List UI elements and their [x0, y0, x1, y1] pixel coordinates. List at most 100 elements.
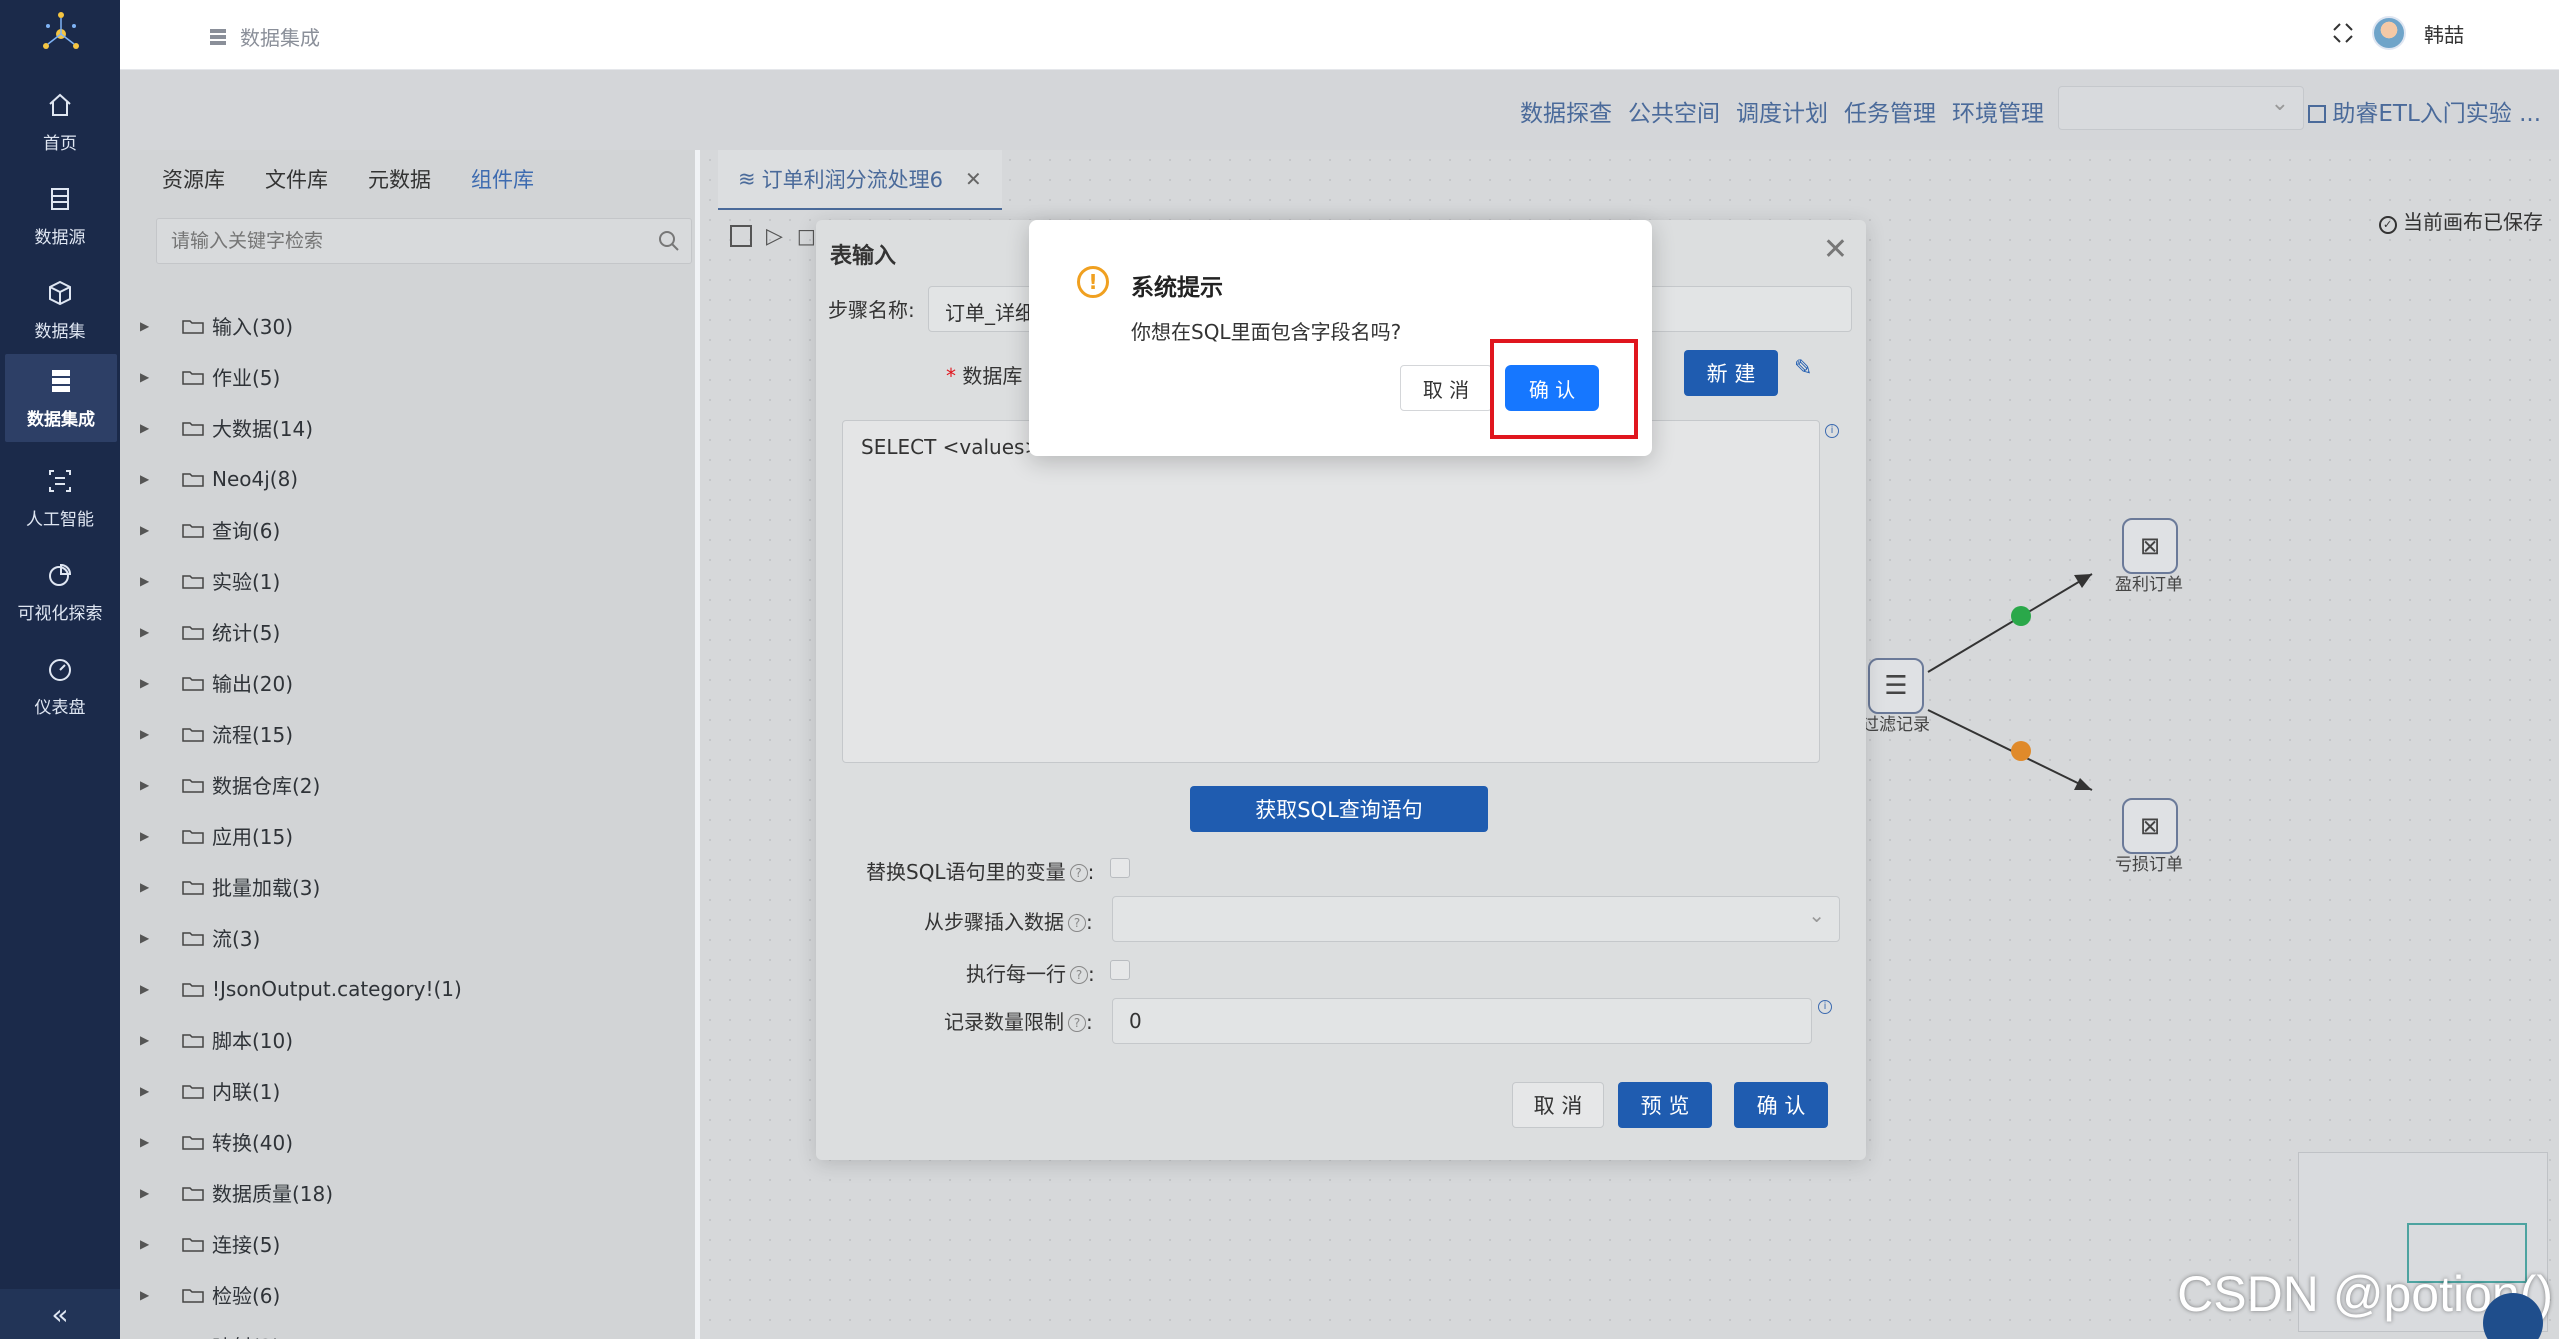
- fullscreen-icon[interactable]: [2332, 22, 2354, 44]
- tree-item[interactable]: ▶ 流(3): [140, 912, 680, 963]
- caret-right-icon[interactable]: ▶: [140, 523, 170, 537]
- user-name[interactable]: 韩喆: [2424, 19, 2464, 48]
- sidebar-collapse-button[interactable]: «: [0, 1289, 120, 1339]
- caret-right-icon[interactable]: ▶: [140, 1237, 170, 1251]
- record-limit-input[interactable]: 0: [1112, 998, 1812, 1044]
- tree-item[interactable]: ▶ 连接(5): [140, 1218, 680, 1269]
- caret-right-icon[interactable]: ▶: [140, 982, 170, 996]
- new-connection-button[interactable]: 新 建: [1684, 350, 1778, 396]
- search-input[interactable]: [171, 227, 631, 255]
- tree-item[interactable]: ▶ 批量加载(3): [140, 861, 680, 912]
- tree-item[interactable]: ▶ 作业(5): [140, 351, 680, 402]
- avatar[interactable]: [2372, 16, 2406, 50]
- folder-icon: [182, 1135, 204, 1150]
- get-sql-button[interactable]: 获取SQL查询语句: [1190, 786, 1488, 832]
- sidebar-item-label: 数据集: [34, 321, 86, 342]
- guide-link[interactable]: 助睿ETL入门实验 ...: [2308, 94, 2541, 128]
- sidebar-item-home[interactable]: 首页: [0, 78, 120, 166]
- caret-right-icon[interactable]: ▶: [140, 625, 170, 639]
- caret-right-icon[interactable]: ▶: [140, 778, 170, 792]
- caret-right-icon[interactable]: ▶: [140, 1186, 170, 1200]
- replace-vars-checkbox[interactable]: [1110, 858, 1130, 878]
- exec-each-row-checkbox[interactable]: [1110, 960, 1130, 980]
- tab-canvas[interactable]: ≋ 订单利润分流处理6 ✕: [718, 150, 1002, 210]
- sidebar-item-datasource[interactable]: 数据源: [0, 172, 120, 260]
- menu-list-icon[interactable]: [210, 27, 226, 47]
- caret-right-icon[interactable]: ▶: [140, 472, 170, 486]
- info-icon[interactable]: i: [1825, 424, 1839, 438]
- help-icon[interactable]: ?: [1068, 1014, 1086, 1032]
- sidebar-item-dataset[interactable]: 数据集: [0, 266, 120, 354]
- link-task-management[interactable]: 任务管理: [1844, 94, 1936, 128]
- caret-right-icon[interactable]: ▶: [140, 676, 170, 690]
- node-filter-records[interactable]: ☰: [1868, 658, 1924, 714]
- link-public-space[interactable]: 公共空间: [1628, 94, 1720, 128]
- confirm-cancel-button[interactable]: 取 消: [1400, 365, 1492, 411]
- tab-file-library[interactable]: 文件库: [245, 150, 348, 210]
- tree-item[interactable]: ▶ 大数据(14): [140, 402, 680, 453]
- cancel-button[interactable]: 取 消: [1512, 1082, 1604, 1128]
- tab-component-library[interactable]: 组件库: [451, 150, 554, 210]
- node-loss-orders[interactable]: ⊠: [2122, 798, 2178, 854]
- help-icon[interactable]: ?: [1068, 914, 1086, 932]
- sidebar-item-dashboard[interactable]: 仪表盘: [0, 642, 120, 730]
- tree-item[interactable]: ▶ !JsonOutput.category!(1): [140, 963, 680, 1014]
- link-schedule[interactable]: 调度计划: [1736, 94, 1828, 128]
- tree-item[interactable]: ▶ 输入(30): [140, 300, 680, 351]
- dialog-title: 表输入: [830, 244, 897, 269]
- brush-icon[interactable]: ✎: [1794, 356, 1812, 381]
- search-icon[interactable]: [657, 229, 681, 253]
- tree-item[interactable]: ▶ 流程(15): [140, 708, 680, 759]
- caret-right-icon[interactable]: ▶: [140, 727, 170, 741]
- ok-button[interactable]: 确 认: [1734, 1082, 1828, 1128]
- tree-item[interactable]: ▶ 查询(6): [140, 504, 680, 555]
- stop-icon[interactable]: □: [797, 224, 816, 248]
- app-logo-icon[interactable]: [40, 10, 82, 56]
- caret-right-icon[interactable]: ▶: [140, 574, 170, 588]
- tree-item-label: 查询(6): [212, 519, 281, 543]
- caret-right-icon[interactable]: ▶: [140, 1288, 170, 1302]
- tree-item[interactable]: ▶ 输出(20): [140, 657, 680, 708]
- caret-right-icon[interactable]: ▶: [140, 1084, 170, 1098]
- link-data-explore[interactable]: 数据探查: [1520, 94, 1612, 128]
- tree-item[interactable]: ▶ 数据仓库(2): [140, 759, 680, 810]
- tree-item[interactable]: ▶ 内联(1): [140, 1065, 680, 1116]
- help-icon[interactable]: ?: [1070, 966, 1088, 984]
- close-icon[interactable]: ✕: [965, 167, 982, 191]
- close-icon[interactable]: ✕: [1823, 232, 1848, 267]
- tree-item-label: 连接(5): [212, 1233, 281, 1257]
- tree-item[interactable]: ▶ 检验(6): [140, 1269, 680, 1320]
- tree-item[interactable]: ▶ 脚本(10): [140, 1014, 680, 1065]
- play-icon[interactable]: ▷: [766, 224, 783, 249]
- tree-item[interactable]: ▶ 实验(1): [140, 555, 680, 606]
- caret-right-icon[interactable]: ▶: [140, 370, 170, 384]
- preview-button[interactable]: 预 览: [1618, 1082, 1712, 1128]
- caret-right-icon[interactable]: ▶: [140, 931, 170, 945]
- tree-item[interactable]: ▶ 应用(15): [140, 810, 680, 861]
- save-icon[interactable]: [730, 225, 752, 247]
- tree-item[interactable]: ▶ 转换(40): [140, 1116, 680, 1167]
- sql-textarea[interactable]: SELECT <values> F: [842, 420, 1820, 763]
- environment-select[interactable]: [2058, 86, 2304, 130]
- sidebar-item-ai[interactable]: 人工智能: [0, 454, 120, 542]
- caret-right-icon[interactable]: ▶: [140, 1033, 170, 1047]
- help-icon[interactable]: ?: [1069, 864, 1088, 882]
- insert-from-step-select[interactable]: ⌄: [1112, 896, 1840, 942]
- tree-item[interactable]: ▶映射(3): [140, 1320, 680, 1339]
- tree-item[interactable]: ▶ Neo4j(8): [140, 453, 680, 504]
- node-profit-orders[interactable]: ⊠: [2122, 518, 2178, 574]
- tab-metadata[interactable]: 元数据: [348, 150, 451, 210]
- tree-item[interactable]: ▶ 数据质量(18): [140, 1167, 680, 1218]
- link-env-management[interactable]: 环境管理: [1952, 94, 2044, 128]
- tab-repository[interactable]: 资源库: [142, 150, 245, 210]
- caret-right-icon[interactable]: ▶: [140, 880, 170, 894]
- caret-right-icon[interactable]: ▶: [140, 1135, 170, 1149]
- sidebar-item-data-integration[interactable]: 数据集成: [5, 354, 117, 442]
- tree-item[interactable]: ▶ 统计(5): [140, 606, 680, 657]
- caret-right-icon[interactable]: ▶: [140, 829, 170, 843]
- caret-right-icon[interactable]: ▶: [140, 421, 170, 435]
- info-icon[interactable]: i: [1818, 1000, 1832, 1014]
- caret-right-icon[interactable]: ▶: [140, 319, 170, 333]
- tree-item-label: 实验(1): [212, 570, 281, 594]
- sidebar-item-visual-explore[interactable]: 可视化探索: [0, 548, 120, 636]
